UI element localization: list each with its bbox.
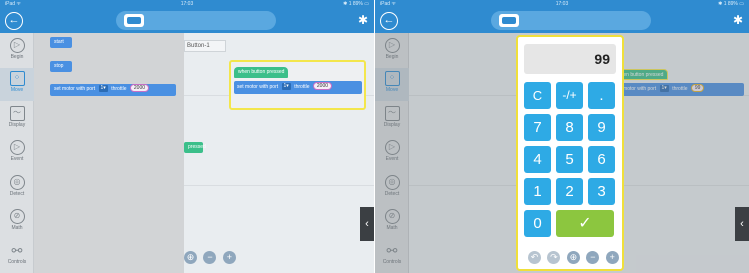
category-move[interactable]: ⁘ Move — [0, 68, 34, 101]
block-palette: start stop set motor with port 1▾ thrott… — [34, 33, 184, 273]
block-text: set motor with port — [54, 86, 96, 92]
top-bar: ← ✱ — [375, 9, 749, 33]
screenshot-pair: iPad ᯤ 17:03 ✱ 1 89% ▭ ← ✱ ▷ Begin ⁘ Mov… — [0, 0, 749, 273]
waveform-icon: 〜 — [9, 106, 25, 121]
battery-label: ✱ 1 89% ▭ — [718, 1, 744, 7]
throttle-value-field[interactable]: 2000 — [129, 84, 150, 92]
number-keypad: 99 C -/+ . 7 8 9 4 5 6 1 2 3 0 ✓ — [516, 35, 624, 271]
negate-key[interactable]: -/+ — [556, 82, 583, 109]
category-event[interactable]: ▷ Event — [0, 137, 34, 170]
category-controls[interactable]: ⚯ Controls — [0, 240, 34, 273]
zoom-in-icon[interactable]: + — [222, 251, 236, 265]
zoom-out-icon[interactable]: − — [586, 251, 600, 265]
category-label: Display — [8, 122, 26, 128]
category-label: Controls — [7, 259, 27, 265]
throttle-value-field[interactable]: 2000 — [312, 82, 333, 90]
digit-8-key[interactable]: 8 — [556, 114, 583, 141]
set-motor-block[interactable]: set motor with port 1▾ throttle 2000 — [234, 81, 362, 94]
category-label: Detect — [9, 191, 25, 197]
keypad-display: 99 — [524, 44, 616, 74]
script-block-stack[interactable]: when button pressed set motor with port … — [229, 60, 366, 110]
battery-label: ✱ 1 89% ▭ — [343, 1, 369, 7]
play-icon: ▷ — [9, 38, 25, 53]
category-label: Math — [11, 225, 23, 231]
start-block[interactable]: start — [50, 37, 72, 48]
confirm-check-icon[interactable]: ✓ — [556, 210, 614, 237]
digit-7-key[interactable]: 7 — [524, 114, 551, 141]
device-connect-button[interactable] — [491, 11, 651, 30]
canvas-controls: ⊕ − + — [184, 249, 238, 267]
collapse-handle-icon[interactable]: ‹ — [735, 207, 749, 241]
when-button-pressed-block[interactable]: when button pressed — [234, 67, 289, 78]
bluetooth-icon[interactable]: ✱ — [358, 13, 368, 27]
block-text: throttle — [111, 86, 127, 92]
editor-panel-left: iPad ᯤ 17:03 ✱ 1 89% ▭ ← ✱ ▷ Begin ⁘ Mov… — [0, 0, 374, 273]
recenter-icon[interactable]: ⊕ — [566, 251, 580, 265]
redo-icon[interactable]: ↷ — [547, 251, 561, 265]
digit-5-key[interactable]: 5 — [556, 146, 583, 173]
grid-line — [184, 185, 374, 186]
zoom-in-icon[interactable]: + — [605, 251, 619, 265]
editor-panel-right: iPad ᯤ 17:03 ✱ 1 89% ▭ ← ✱ ▷ Begin ⁘ Mov… — [375, 0, 749, 273]
category-begin[interactable]: ▷ Begin — [0, 35, 34, 68]
math-icon: ⊘ — [9, 209, 25, 224]
category-detect[interactable]: ◎ Detect — [0, 172, 34, 205]
event-block-partial[interactable]: pressed — [184, 142, 206, 153]
category-label: Event — [10, 156, 24, 162]
robot-controller-icon — [499, 14, 519, 27]
digit-0-key[interactable]: 0 — [524, 210, 551, 237]
event-play-icon: ▷ — [9, 140, 25, 155]
bluetooth-icon[interactable]: ✱ — [733, 13, 743, 27]
port-dropdown[interactable]: 1▾ — [281, 83, 291, 90]
clear-key[interactable]: C — [524, 82, 551, 109]
block-text: throttle — [294, 84, 310, 90]
decimal-key[interactable]: . — [588, 82, 615, 109]
clock-label: 17:03 — [555, 1, 569, 7]
back-arrow-icon[interactable]: ← — [380, 12, 398, 30]
category-sidebar: ▷ Begin ⁘ Move 〜 Display ▷ Event ◎ Detec… — [0, 33, 34, 273]
port-dropdown[interactable]: 1▾ — [98, 85, 108, 92]
digit-3-key[interactable]: 3 — [588, 178, 615, 205]
digit-6-key[interactable]: 6 — [588, 146, 615, 173]
controls-icon: ⚯ — [11, 243, 23, 258]
category-math[interactable]: ⊘ Math — [0, 206, 34, 239]
digit-2-key[interactable]: 2 — [556, 178, 583, 205]
category-display[interactable]: 〜 Display — [0, 103, 34, 136]
robot-controller-icon — [124, 14, 144, 27]
clock-label: 17:03 — [180, 1, 194, 7]
workspace-tab[interactable]: Button-1 — [184, 40, 226, 52]
digit-1-key[interactable]: 1 — [524, 178, 551, 205]
device-connect-button[interactable] — [116, 11, 276, 30]
sensor-icon: ◎ — [9, 175, 25, 190]
zoom-out-icon[interactable]: − — [203, 251, 217, 265]
digit-9-key[interactable]: 9 — [588, 114, 615, 141]
top-bar: ← ✱ — [0, 9, 374, 33]
status-bar: iPad ᯤ 17:03 ✱ 1 89% ▭ — [375, 0, 749, 9]
status-bar: iPad ᯤ 17:03 ✱ 1 89% ▭ — [0, 0, 374, 9]
category-label: Move — [10, 87, 24, 93]
stop-block[interactable]: stop — [50, 61, 72, 72]
set-motor-block[interactable]: set motor with port 1▾ throttle 2000 — [50, 84, 176, 96]
undo-icon[interactable]: ↶ — [528, 251, 541, 265]
back-arrow-icon[interactable]: ← — [5, 12, 23, 30]
category-label: Begin — [10, 54, 24, 60]
move-grid-icon: ⁘ — [9, 71, 25, 86]
canvas-controls: ↶ ↷ ⊕ − + — [528, 249, 621, 267]
collapse-handle-icon[interactable]: ‹ — [360, 207, 374, 241]
digit-4-key[interactable]: 4 — [524, 146, 551, 173]
block-text: set motor with port — [237, 84, 279, 90]
recenter-icon[interactable]: ⊕ — [184, 251, 197, 265]
